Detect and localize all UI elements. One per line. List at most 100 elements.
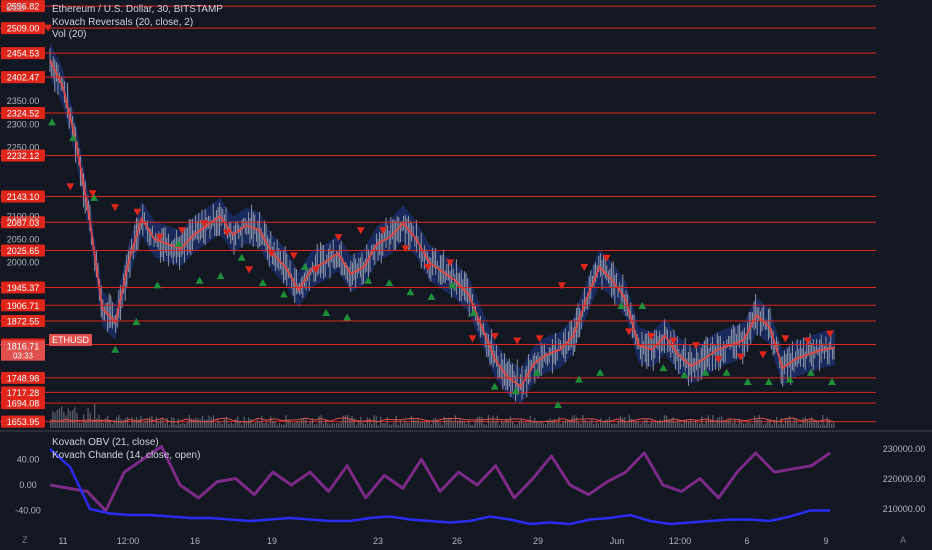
volume-bar <box>452 421 454 428</box>
volume-bar <box>415 420 417 428</box>
volume-bar <box>140 416 142 428</box>
volume-bar <box>52 411 54 428</box>
volume-bar <box>120 418 122 428</box>
volume-bar <box>80 422 83 428</box>
volume-bar <box>758 415 760 428</box>
time-tick-label: Jun <box>610 536 625 546</box>
volume-bar <box>487 415 490 428</box>
volume-bar <box>476 417 479 428</box>
chart-canvas[interactable]: 40.00 0.00 -40.00 230000.00 220000.00 210000.… <box>0 0 932 550</box>
volume-bar <box>494 421 496 428</box>
volume-bar <box>567 420 569 428</box>
volume-bar <box>831 423 833 428</box>
volume-bar <box>91 421 94 428</box>
sell-signal-marker <box>66 183 75 191</box>
volume-bar <box>721 416 723 428</box>
volume-bar <box>413 417 415 428</box>
volume-bar <box>373 415 375 428</box>
buy-signal-marker <box>132 318 141 326</box>
volume-bar <box>441 424 443 428</box>
indicator-legend-reversals[interactable]: Kovach Reversals (20, close, 2) <box>52 17 193 29</box>
buy-signal-marker <box>659 364 668 372</box>
volume-bar <box>65 415 67 428</box>
volume-bar <box>606 419 608 428</box>
auto-scale-icon[interactable]: A <box>900 535 906 545</box>
indicator-legend-obv[interactable]: Kovach OBV (21, close) <box>52 437 159 449</box>
time-tick-label: 19 <box>267 536 277 546</box>
volume-bar <box>633 420 635 428</box>
price-tick-label: 2250.00 <box>7 142 40 152</box>
sell-signal-marker <box>557 282 566 290</box>
volume-bar <box>512 421 514 428</box>
volume-bar <box>333 423 336 428</box>
volume-bar <box>765 423 767 428</box>
sell-signal-marker <box>356 227 365 235</box>
volume-bar <box>259 421 261 428</box>
indicator-legend-chande[interactable]: Kovach Chande (14, close, open) <box>52 450 200 462</box>
volume-bar <box>613 423 615 428</box>
volume-bar <box>492 415 494 428</box>
volume-bar <box>421 421 424 428</box>
volume-bar <box>780 417 782 428</box>
volume-bar <box>556 422 558 428</box>
volume-bar <box>364 424 366 428</box>
volume-bar <box>813 420 815 428</box>
volume-bar <box>417 417 419 428</box>
volume-bar <box>111 423 113 428</box>
buy-signal-marker <box>427 292 436 300</box>
sell-signal-marker <box>781 335 790 343</box>
volume-bar <box>701 416 703 428</box>
volume-bar <box>168 424 171 428</box>
volume-bar <box>193 418 195 428</box>
volume-bar <box>725 421 727 428</box>
volume-bar <box>740 421 743 428</box>
volume-bar <box>287 419 289 428</box>
volume-bar <box>608 416 611 428</box>
volume-bar <box>461 420 463 428</box>
volume-bar <box>232 424 234 428</box>
volume-bar <box>419 421 421 428</box>
volume-bar <box>611 423 613 428</box>
volume-bar <box>94 404 96 428</box>
volume-bar <box>199 419 201 428</box>
volume-bar <box>142 422 144 428</box>
volume-bar <box>289 421 292 428</box>
volume-bar <box>402 423 404 428</box>
volume-bar <box>798 423 800 428</box>
volume-bar <box>465 423 468 428</box>
volume-bar <box>270 416 272 428</box>
volume-bar <box>135 417 138 428</box>
volume-bar <box>681 423 683 428</box>
obv-tick-label: 230000.00 <box>883 444 926 454</box>
volume-bar <box>360 416 362 428</box>
volume-bar <box>263 423 265 428</box>
volume-bar <box>655 421 657 428</box>
volume-bar <box>355 424 358 428</box>
volume-bar <box>826 416 828 428</box>
volume-bar <box>586 421 589 428</box>
volume-bar <box>637 420 639 428</box>
symbol-title[interactable]: Ethereum / U.S. Dollar, 30, BITSTAMP <box>52 4 223 16</box>
volume-bar <box>635 421 637 428</box>
volume-bar <box>446 418 448 428</box>
volume-bar <box>483 424 485 428</box>
sell-signal-marker <box>289 252 298 260</box>
buy-signal-marker <box>764 377 773 385</box>
buy-signal-marker <box>596 368 605 376</box>
volume-bar <box>479 416 481 428</box>
time-tick-label: 16 <box>190 536 200 546</box>
price-level-label: 2509.00 <box>7 24 40 34</box>
volume-bar <box>457 421 459 428</box>
price-level-label: 2232.12 <box>7 151 40 161</box>
volume-bar <box>615 423 617 428</box>
volume-bar <box>575 416 578 428</box>
volume-bar <box>692 422 694 428</box>
volume-bar <box>245 421 248 428</box>
volume-bar <box>690 419 692 428</box>
volume-bar <box>771 424 773 428</box>
indicator-legend-volume[interactable]: Vol (20) <box>52 29 86 41</box>
volume-bar <box>802 418 804 428</box>
volume-bar <box>624 417 626 428</box>
zoom-icon[interactable]: Z <box>22 535 28 545</box>
volume-bar <box>509 416 512 428</box>
